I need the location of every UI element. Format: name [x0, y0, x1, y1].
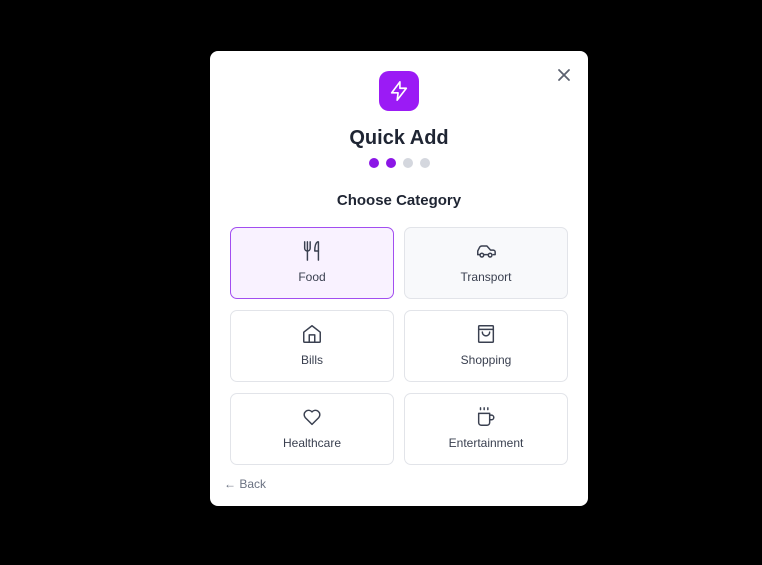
close-button[interactable]	[554, 65, 574, 85]
category-label: Entertainment	[448, 436, 524, 450]
category-label: Food	[298, 270, 326, 284]
quick-add-modal: Quick Add Choose Category Food Transport…	[210, 51, 588, 506]
section-heading: Choose Category	[336, 192, 462, 209]
category-healthcare[interactable]: Healthcare	[230, 393, 394, 465]
lightning-icon	[390, 81, 408, 101]
shopping-bag-icon	[475, 323, 497, 345]
category-label: Transport	[460, 270, 512, 284]
step-dot-4	[419, 158, 430, 168]
category-shopping[interactable]: Shopping	[404, 310, 568, 382]
category-grid: Food Transport Bills Shopping Healthcare…	[230, 227, 568, 465]
category-entertainment[interactable]: Entertainment	[404, 393, 568, 465]
step-dot-1	[368, 158, 379, 168]
step-dot-2	[385, 158, 396, 168]
close-icon	[558, 69, 570, 81]
step-dot-3	[402, 158, 413, 168]
category-transport[interactable]: Transport	[404, 227, 568, 299]
heart-icon	[301, 406, 323, 428]
step-indicator	[210, 158, 588, 168]
car-icon	[475, 240, 497, 262]
back-link[interactable]: ← Back	[224, 477, 266, 491]
category-bills[interactable]: Bills	[230, 310, 394, 382]
modal-title: Quick Add	[349, 127, 449, 149]
category-label: Bills	[300, 353, 323, 367]
utensils-icon	[301, 240, 323, 262]
category-label: Healthcare	[282, 436, 342, 450]
category-food[interactable]: Food	[230, 227, 394, 299]
coffee-cup-icon	[475, 406, 497, 428]
home-icon	[301, 323, 323, 345]
category-label: Shopping	[460, 353, 512, 367]
app-logo	[379, 71, 419, 111]
